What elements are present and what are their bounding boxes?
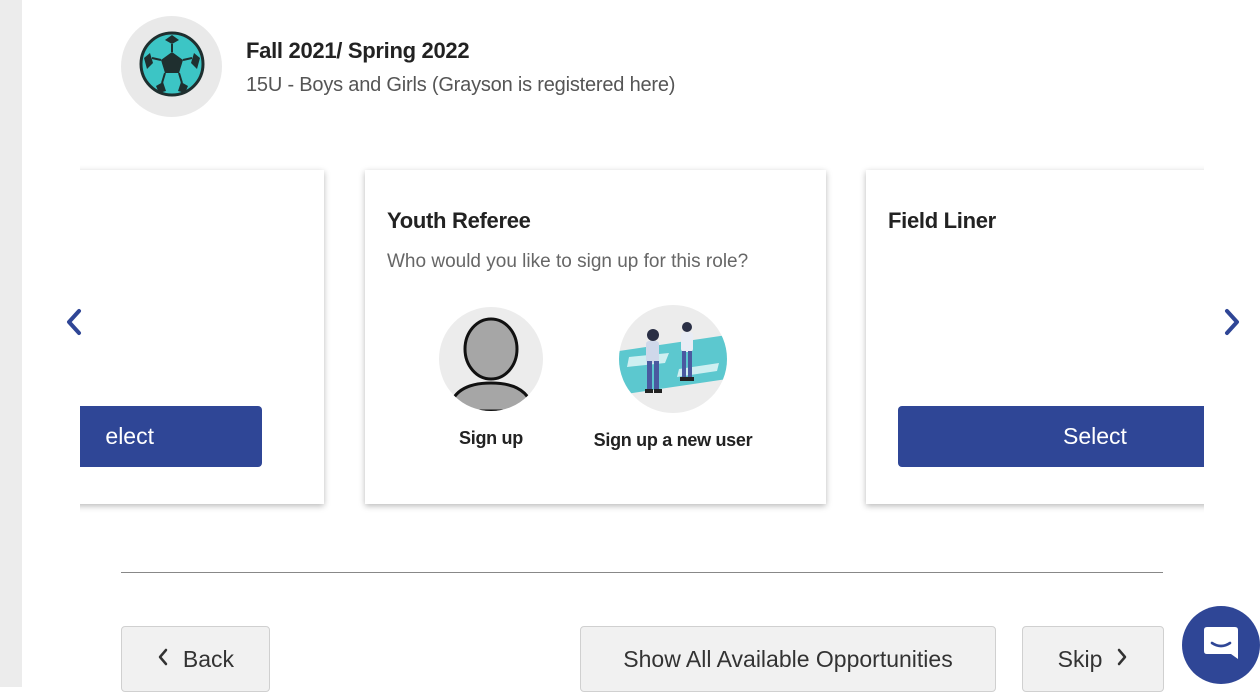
chevron-left-icon <box>157 648 169 671</box>
role-title: Field Liner <box>888 208 996 233</box>
show-all-opportunities-button[interactable]: Show All Available Opportunities <box>580 626 996 692</box>
skip-label: Skip <box>1057 645 1103 672</box>
sign-up-new-user-label: Sign up a new user <box>593 430 753 450</box>
select-button-label: elect <box>105 423 154 449</box>
chevron-right-icon <box>1223 308 1241 341</box>
chat-launcher-button[interactable] <box>1182 606 1260 684</box>
program-title: Fall 2021/ Spring 2022 <box>246 38 470 63</box>
select-button-label: Select <box>1063 423 1127 449</box>
new-user-illustration-icon <box>619 305 727 413</box>
chevron-left-icon <box>65 308 83 341</box>
back-button[interactable]: Back <box>121 626 270 692</box>
role-card-field-liner: Field Liner Select <box>866 170 1204 504</box>
role-question: Who would you like to sign up for this r… <box>387 251 749 272</box>
show-all-label: Show All Available Opportunities <box>623 645 953 672</box>
person-avatar-icon <box>439 307 543 411</box>
sign-up-label: Sign up <box>459 428 523 448</box>
role-card-left: elect <box>80 170 324 504</box>
sign-up-option[interactable]: Sign up <box>421 307 561 449</box>
select-button-right[interactable]: Select <box>898 406 1204 467</box>
skip-button[interactable]: Skip <box>1022 626 1164 692</box>
chevron-right-icon <box>1116 648 1128 671</box>
carousel-prev-button[interactable] <box>59 306 89 342</box>
carousel-next-button[interactable] <box>1217 306 1247 342</box>
chat-bubble-icon <box>1201 623 1241 668</box>
role-card-youth-referee: Youth Referee Who would you like to sign… <box>365 170 826 504</box>
role-title: Youth Referee <box>387 208 531 233</box>
back-label: Back <box>182 645 235 672</box>
soccer-ball-icon <box>139 31 205 102</box>
program-logo <box>121 16 222 117</box>
role-carousel: elect Youth Referee Who would you like t… <box>80 160 1204 525</box>
sign-up-new-user-option[interactable]: Sign up a new user <box>583 305 763 451</box>
divider <box>121 572 1163 573</box>
left-rail <box>0 0 22 687</box>
select-button-left[interactable]: elect <box>80 406 262 467</box>
program-subtitle: 15U - Boys and Girls (Grayson is registe… <box>246 74 676 96</box>
